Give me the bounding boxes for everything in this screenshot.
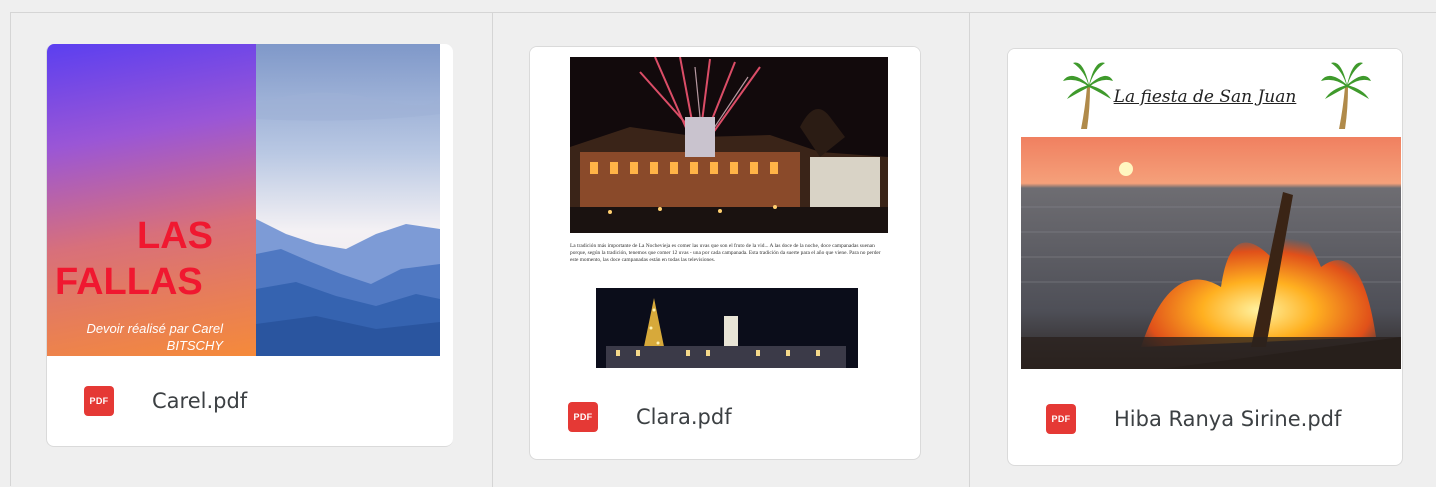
pdf-icon: PDF (568, 402, 598, 432)
pdf-icon: PDF (1046, 403, 1076, 434)
file-grid: LAS FALLAS Devoir réalisé par Carel BITS… (10, 12, 1436, 487)
file-card-hiba[interactable]: La fiesta de San Juan PDF Hiba Ranya Sir… (1007, 48, 1403, 466)
grid-cell: La fiesta de San Juan PDF Hiba Ranya Sir… (970, 13, 1436, 487)
file-name: Clara.pdf (636, 405, 732, 429)
cover-title-line2: FALLAS (55, 261, 203, 303)
file-name: Hiba Ranya Sirine.pdf (1114, 406, 1342, 431)
grid-cell: LAS FALLAS Devoir réalisé par Carel BITS… (11, 13, 493, 487)
grid-cell: La tradición más importante de La Nochev… (493, 13, 970, 487)
cover-credit-line1: Devoir réalisé par Carel (86, 321, 223, 336)
file-footer[interactable]: PDF Clara.pdf (530, 375, 920, 459)
cover-credit-line2: BITSCHY (166, 338, 223, 353)
cover-gradient-panel (47, 44, 256, 356)
fireworks-photo (570, 57, 888, 233)
file-footer[interactable]: PDF Hiba Ranya Sirine.pdf (1008, 372, 1402, 465)
pdf-icon: PDF (84, 385, 114, 416)
cover-title-line1: LAS (137, 215, 213, 257)
document-title: La fiesta de San Juan (1113, 87, 1297, 107)
bonfire-sunset-photo (1021, 137, 1401, 369)
file-thumbnail[interactable]: La tradición más importante de La Nochev… (530, 47, 920, 377)
file-card-clara[interactable]: La tradición más importante de La Nochev… (529, 46, 921, 460)
mountain-landscape-image (256, 44, 440, 356)
christmas-tree-photo (596, 288, 858, 368)
file-name: Carel.pdf (152, 388, 248, 413)
file-card-carel[interactable]: LAS FALLAS Devoir réalisé par Carel BITS… (46, 44, 453, 447)
file-thumbnail[interactable]: LAS FALLAS Devoir réalisé par Carel BITS… (47, 44, 440, 356)
file-footer[interactable]: PDF Carel.pdf (47, 355, 453, 446)
file-thumbnail[interactable]: La fiesta de San Juan (1008, 49, 1402, 374)
cover-mountain-image (256, 44, 440, 356)
document-paragraph: La tradición más importante de La Nochev… (570, 243, 881, 263)
